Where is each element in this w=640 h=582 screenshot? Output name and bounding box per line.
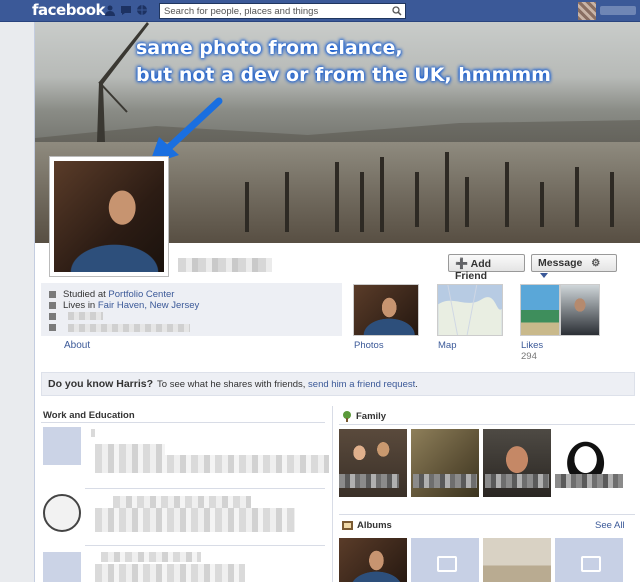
redacted-name xyxy=(485,474,549,488)
divider xyxy=(339,514,635,515)
know-suffix: . xyxy=(415,379,418,390)
redacted-name xyxy=(339,474,399,488)
home-icon xyxy=(49,301,56,309)
redacted-text xyxy=(95,508,295,532)
profile-name-redacted xyxy=(178,258,272,272)
likes-thumbnail-2[interactable] xyxy=(560,284,600,336)
album-thumbnail[interactable] xyxy=(339,538,407,582)
redacted-text xyxy=(68,312,103,320)
redacted-text xyxy=(95,455,329,473)
redacted-text xyxy=(68,324,190,332)
redacted-name xyxy=(555,474,623,488)
likes-link[interactable]: Likes 294 xyxy=(521,340,543,362)
divider xyxy=(85,488,325,489)
institution-seal-icon[interactable] xyxy=(43,494,81,532)
message-button[interactable]: Message ⚙ xyxy=(531,254,617,278)
work-item xyxy=(41,427,329,481)
notification-jewels xyxy=(104,4,148,16)
lives-prefix: Lives in xyxy=(63,300,98,311)
redacted-text xyxy=(95,564,245,582)
family-tree-icon xyxy=(343,411,351,422)
search-icon[interactable] xyxy=(392,6,402,16)
album-placeholder-icon[interactable] xyxy=(411,538,479,582)
school-placeholder-icon[interactable] xyxy=(43,427,81,465)
top-bar: facebook Search for people, places and t… xyxy=(0,0,640,22)
user-name-redacted[interactable] xyxy=(600,6,636,15)
likes-label: Likes xyxy=(521,340,544,351)
location-icon xyxy=(49,323,56,331)
know-prefix: To see what he shares with friends, xyxy=(157,379,309,390)
add-friend-button[interactable]: ➕ Add Friend xyxy=(448,254,525,282)
divider xyxy=(41,422,325,423)
column-divider xyxy=(332,406,333,582)
relationship-row xyxy=(49,311,63,322)
albums-title: Albums xyxy=(357,520,392,531)
school-placeholder-icon[interactable] xyxy=(43,552,81,582)
likes-thumbnail-1[interactable] xyxy=(520,284,560,336)
profile-page: same photo from elance, but not a dev or… xyxy=(34,22,640,582)
annotation-text: same photo from elance, but not a dev or… xyxy=(136,37,551,86)
map-thumbnail[interactable] xyxy=(437,284,503,336)
search-placeholder: Search for people, places and things xyxy=(164,6,319,17)
chevron-down-icon[interactable] xyxy=(540,272,548,278)
about-link[interactable]: About xyxy=(64,340,90,351)
lives-in-row: Lives in Fair Haven, New Jersey xyxy=(49,300,199,311)
studied-link[interactable]: Portfolio Center xyxy=(108,289,174,300)
profile-photo xyxy=(54,161,164,272)
lives-link[interactable]: Fair Haven, New Jersey xyxy=(98,300,199,311)
divider xyxy=(339,424,635,425)
messages-icon[interactable] xyxy=(120,4,132,16)
profile-picture[interactable] xyxy=(49,156,169,277)
albums-icon xyxy=(342,521,353,530)
friend-requests-icon[interactable] xyxy=(104,4,116,16)
message-label: Message xyxy=(538,257,583,269)
friend-request-link[interactable]: send him a friend request xyxy=(308,379,415,390)
facebook-logo[interactable]: facebook xyxy=(32,1,106,19)
see-all-link[interactable]: See All xyxy=(595,520,625,531)
redacted-text xyxy=(101,552,201,562)
work-education-title: Work and Education xyxy=(43,410,135,421)
add-friend-icon: ➕ xyxy=(455,258,469,270)
studied-prefix: Studied at xyxy=(63,289,109,300)
search-input[interactable]: Search for people, places and things xyxy=(159,3,406,19)
from-row xyxy=(49,322,63,333)
likes-count: 294 xyxy=(521,351,537,362)
know-question: Do you know Harris? xyxy=(48,378,154,390)
family-title: Family xyxy=(356,411,387,422)
redacted-name xyxy=(413,474,477,488)
work-item xyxy=(41,552,325,582)
photos-thumbnail[interactable] xyxy=(353,284,419,336)
work-item xyxy=(41,494,325,548)
user-avatar[interactable] xyxy=(578,2,596,20)
education-icon xyxy=(49,290,56,298)
gear-icon[interactable]: ⚙ xyxy=(591,258,600,269)
intro-box: Studied at Portfolio Center Lives in Fai… xyxy=(41,283,342,336)
album-thumbnail[interactable] xyxy=(483,538,551,582)
friend-request-prompt: Do you know Harris? To see what he shares… xyxy=(41,372,635,396)
album-placeholder-icon[interactable] xyxy=(555,538,623,582)
map-link[interactable]: Map xyxy=(438,340,456,351)
divider xyxy=(85,545,325,546)
redacted-text xyxy=(91,429,95,437)
map-graphic xyxy=(438,284,502,336)
studied-at-row: Studied at Portfolio Center xyxy=(49,289,174,300)
photos-link[interactable]: Photos xyxy=(354,340,384,351)
heart-icon xyxy=(49,312,56,320)
notifications-globe-icon[interactable] xyxy=(136,4,148,16)
